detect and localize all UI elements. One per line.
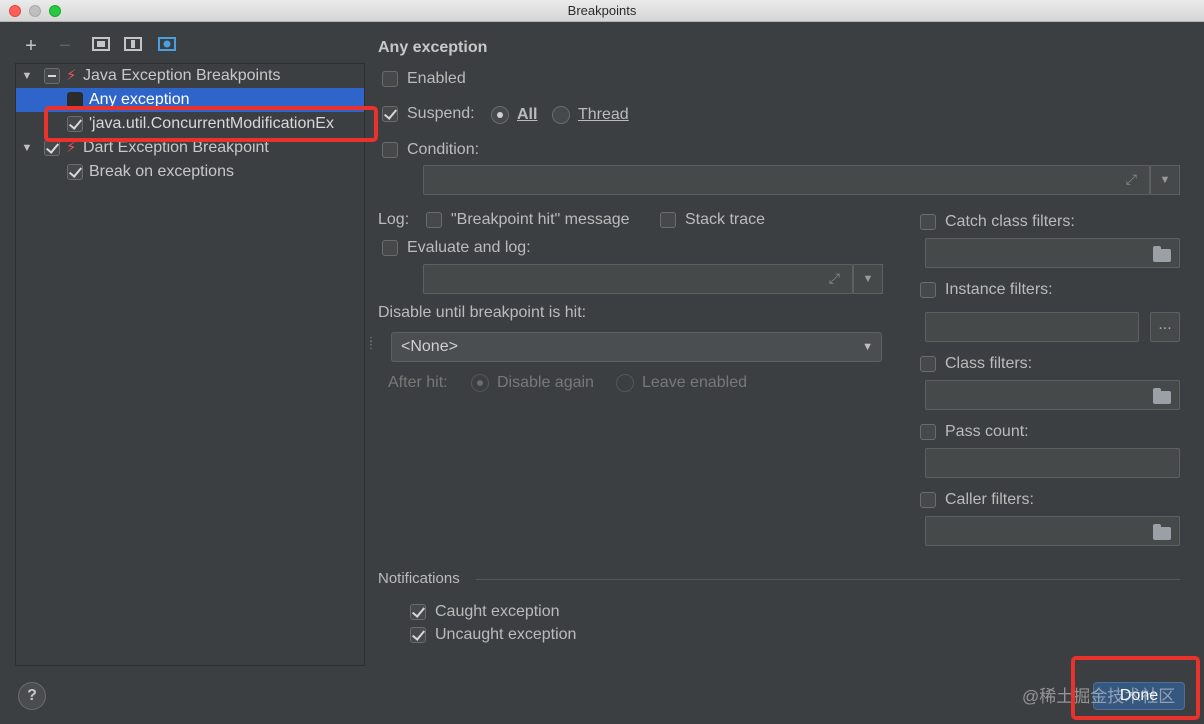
highlight-box: [1071, 656, 1200, 720]
window-title: Breakpoints: [567, 3, 637, 18]
title-bar: Breakpoints: [0, 0, 1204, 22]
close-window-button[interactable]: [9, 5, 21, 17]
remove-breakpoint-button[interactable]: −: [54, 36, 76, 58]
minimize-window-button[interactable]: [29, 5, 41, 17]
exception-bolt-icon: ⚡: [66, 67, 77, 84]
condition-history-dropdown[interactable]: ▼: [1150, 165, 1180, 195]
notifications-heading: Notifications: [378, 570, 460, 587]
instance-filters-more-button[interactable]: ...: [1150, 312, 1180, 342]
caller-filters-input[interactable]: [925, 516, 1180, 546]
catch-filters-label: Catch class filters:: [945, 213, 1075, 230]
pass-count-checkbox[interactable]: [920, 424, 936, 440]
group-by-class-button[interactable]: [122, 36, 144, 58]
help-button[interactable]: ?: [18, 682, 46, 710]
collapse-arrow-icon[interactable]: ▼: [20, 64, 34, 88]
caught-exception-checkbox[interactable]: [410, 604, 426, 620]
evaluate-log-checkbox[interactable]: [382, 240, 398, 256]
suspend-label: Suspend:: [407, 105, 475, 122]
after-hit-label: After hit:: [388, 374, 448, 391]
condition-label: Condition:: [407, 141, 480, 158]
enabled-label: Enabled: [407, 70, 466, 87]
suspend-checkbox[interactable]: [382, 106, 398, 122]
pass-count-input[interactable]: [925, 448, 1180, 478]
caller-filters-label: Caller filters:: [945, 491, 1034, 508]
detail-title: Any exception: [378, 39, 488, 56]
disable-until-select[interactable]: <None> ▼: [391, 332, 882, 362]
suspend-thread-label: Thread: [578, 106, 629, 123]
instance-filters-input[interactable]: [925, 312, 1139, 342]
uncaught-exception-label: Uncaught exception: [435, 626, 577, 643]
group-checkbox-java[interactable]: [44, 68, 60, 84]
pass-count-label: Pass count:: [945, 423, 1029, 440]
uncaught-exception-checkbox[interactable]: [410, 627, 426, 643]
catch-filters-input[interactable]: [925, 238, 1180, 268]
expand-icon[interactable]: ⤢: [829, 270, 840, 287]
instance-filters-label: Instance filters:: [945, 281, 1053, 298]
expand-icon[interactable]: ⤢: [1126, 171, 1137, 188]
leave-enabled-label: Leave enabled: [642, 374, 747, 391]
folder-icon[interactable]: [1153, 246, 1171, 262]
tree-item-label: Break on exceptions: [89, 163, 234, 180]
chevron-down-icon: ▼: [862, 341, 873, 353]
condition-checkbox[interactable]: [382, 142, 398, 158]
evaluate-history-dropdown[interactable]: ▼: [853, 264, 883, 294]
stack-trace-checkbox[interactable]: [660, 212, 676, 228]
disable-until-label: Disable until breakpoint is hit:: [378, 304, 587, 321]
collapse-arrow-icon[interactable]: ▼: [20, 136, 34, 160]
caught-exception-label: Caught exception: [435, 603, 560, 620]
log-message-label: "Breakpoint hit" message: [451, 211, 630, 228]
breakpoints-tree[interactable]: ▼ ⚡ Java Exception Breakpoints Any excep…: [15, 63, 365, 666]
evaluate-log-input[interactable]: ⤢: [423, 264, 853, 294]
log-message-checkbox[interactable]: [426, 212, 442, 228]
class-filters-checkbox[interactable]: [920, 356, 936, 372]
log-label: Log:: [378, 211, 410, 228]
group-checkbox-dart[interactable]: [44, 140, 60, 156]
stack-trace-label: Stack trace: [685, 211, 766, 228]
maximize-window-button[interactable]: [49, 5, 61, 17]
folder-icon[interactable]: [1153, 388, 1171, 404]
suspend-all-radio[interactable]: [491, 106, 509, 124]
suspend-all-label: All: [517, 106, 538, 123]
folder-icon[interactable]: [1153, 524, 1171, 540]
add-breakpoint-button[interactable]: +: [20, 36, 42, 58]
notifications-divider: [476, 579, 1180, 580]
view-breakpoint-button[interactable]: [156, 36, 178, 58]
splitter-handle[interactable]: ⋮ ⋮: [366, 337, 376, 351]
condition-input[interactable]: ⤢: [423, 165, 1150, 195]
tree-group-label: Java Exception Breakpoints: [83, 67, 281, 84]
instance-filters-checkbox[interactable]: [920, 282, 936, 298]
catch-filters-checkbox[interactable]: [920, 214, 936, 230]
group-by-package-button[interactable]: [90, 36, 112, 58]
disable-again-radio[interactable]: [471, 374, 489, 392]
tree-item-break-on-exceptions[interactable]: Break on exceptions: [16, 160, 364, 184]
disable-again-label: Disable again: [497, 374, 594, 391]
breakpoint-view-icon: [158, 37, 176, 51]
disable-until-value: <None>: [401, 338, 458, 355]
class-filters-input[interactable]: [925, 380, 1180, 410]
item-checkbox-break-on[interactable]: [67, 164, 83, 180]
tree-group-java-exception[interactable]: ▼ ⚡ Java Exception Breakpoints: [16, 64, 364, 88]
class-filters-label: Class filters:: [945, 355, 1033, 372]
leave-enabled-radio[interactable]: [616, 374, 634, 392]
caller-filters-checkbox[interactable]: [920, 492, 936, 508]
evaluate-log-label: Evaluate and log:: [407, 239, 531, 256]
group-class-icon: [124, 37, 142, 51]
suspend-thread-radio[interactable]: [552, 106, 570, 124]
group-package-icon: [92, 37, 110, 51]
enabled-checkbox[interactable]: [382, 71, 398, 87]
highlight-box: [44, 106, 378, 142]
